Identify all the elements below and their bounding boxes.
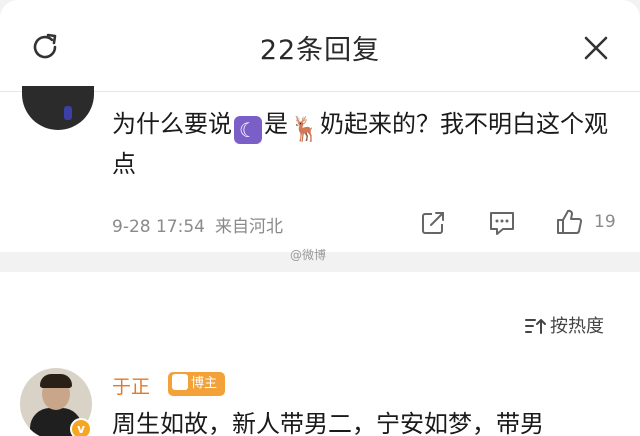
comment-timestamp: 9-28 17:54	[112, 217, 205, 237]
share-icon[interactable]	[420, 210, 446, 236]
sort-icon	[525, 319, 546, 334]
comment-item: 为什么要说 ☾ 是🦌奶起来的？我不明白这个观点 9-28 17:54 来自河北 19	[0, 86, 640, 252]
comment-item: 按热度 v 于正 博主 周生如故，新人带男二，宁安如梦，带男	[0, 272, 640, 436]
comment-meta: 9-28 17:54 来自河北	[112, 212, 283, 237]
verified-badge: v	[70, 418, 92, 436]
like-count: 19	[594, 212, 616, 232]
deer-emoji-icon: 🦌	[290, 115, 320, 143]
sort-label: 按热度	[550, 316, 604, 337]
comment-location: 来自河北	[214, 217, 283, 237]
sort-by-hot-button[interactable]: 按热度	[524, 312, 604, 338]
blogger-icon	[172, 374, 188, 390]
blogger-badge: 博主	[168, 372, 226, 396]
comment-text: 为什么要说 ☾ 是🦌奶起来的？我不明白这个观点	[112, 110, 608, 178]
close-icon[interactable]	[582, 34, 610, 62]
like-icon[interactable]	[555, 208, 583, 236]
reply-icon[interactable]	[488, 210, 516, 236]
dialog-header: 22条回复	[0, 0, 640, 92]
watermark: @微博	[290, 248, 327, 262]
dialog-title: 22条回复	[259, 35, 381, 66]
username[interactable]: 于正	[112, 372, 150, 399]
avatar[interactable]	[22, 86, 94, 130]
moon-emoji-icon: ☾	[234, 116, 262, 144]
comment-text: 周生如故，新人带男二，宁安如梦，带男	[112, 410, 544, 436]
